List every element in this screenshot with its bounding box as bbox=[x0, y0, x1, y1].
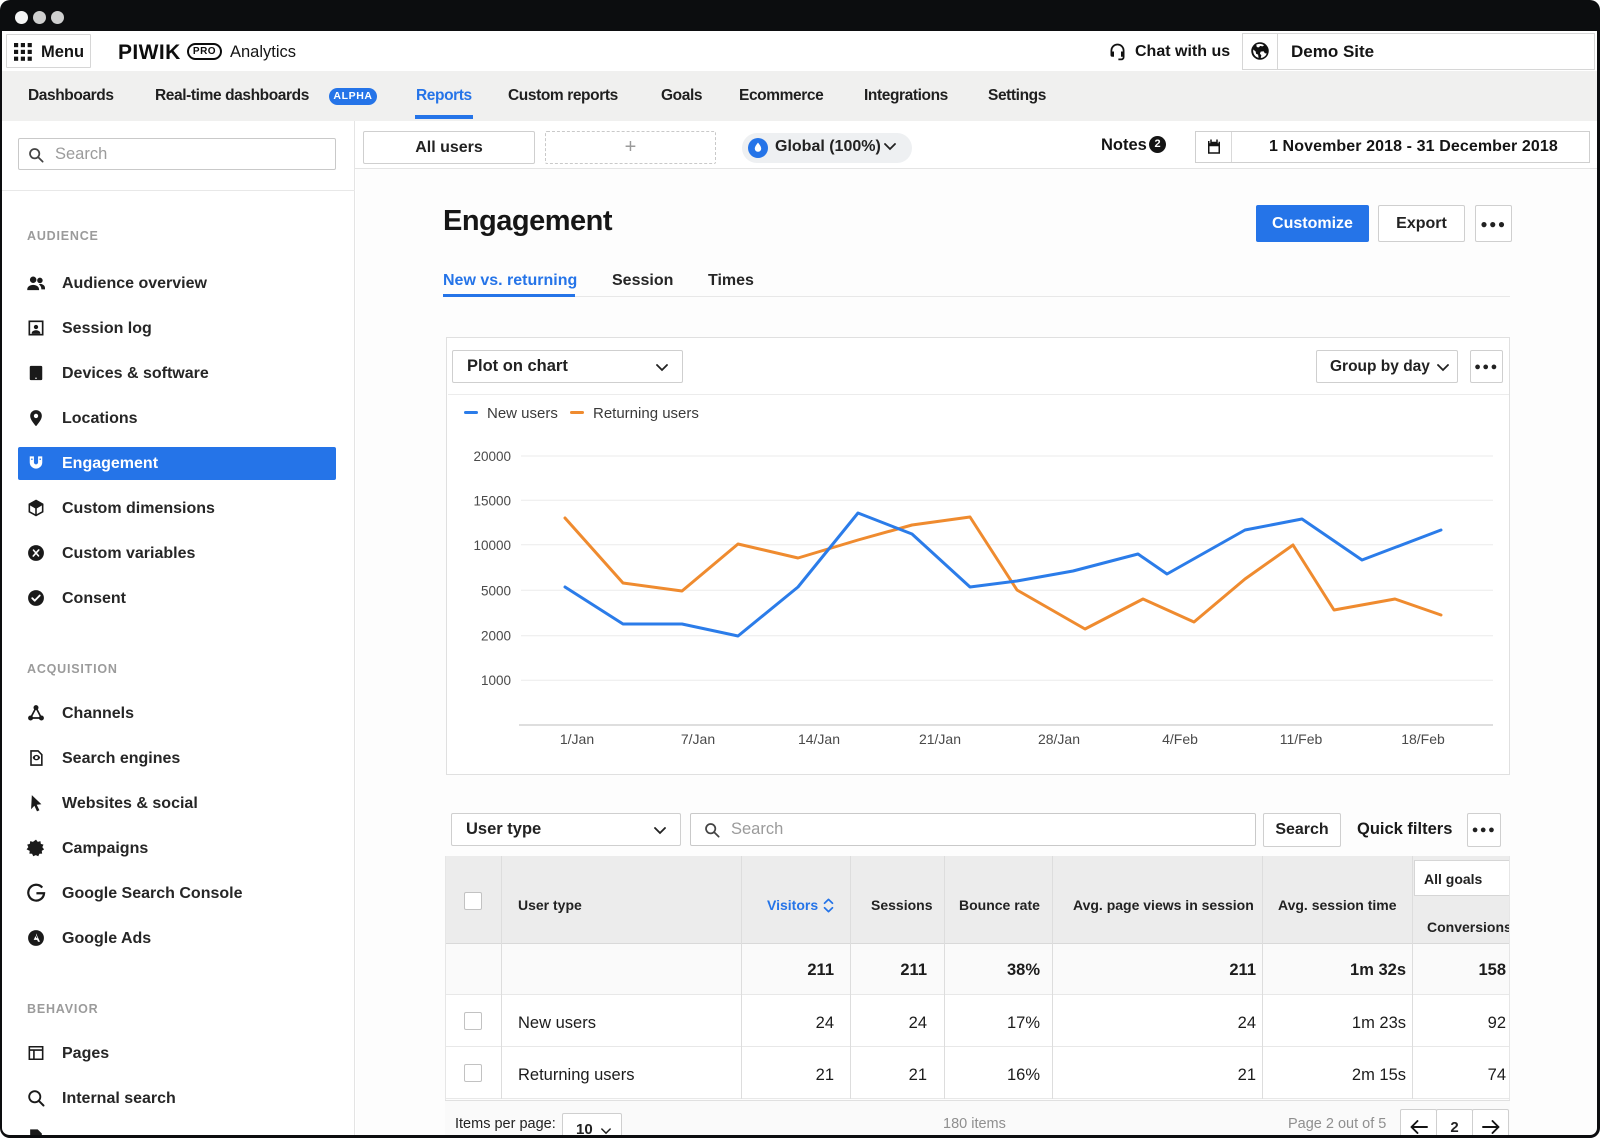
svg-text:2000: 2000 bbox=[481, 629, 511, 644]
svg-text:28/Jan: 28/Jan bbox=[1038, 731, 1080, 747]
svg-text:11/Feb: 11/Feb bbox=[1280, 731, 1323, 747]
svg-text:10000: 10000 bbox=[473, 538, 511, 553]
svg-text:21/Jan: 21/Jan bbox=[919, 731, 961, 747]
svg-text:20000: 20000 bbox=[473, 449, 511, 464]
svg-text:4/Feb: 4/Feb bbox=[1162, 731, 1198, 747]
svg-text:7/Jan: 7/Jan bbox=[681, 731, 715, 747]
svg-text:1000: 1000 bbox=[481, 673, 511, 688]
svg-text:5000: 5000 bbox=[481, 583, 511, 598]
svg-text:15000: 15000 bbox=[473, 493, 511, 508]
svg-text:1/Jan: 1/Jan bbox=[560, 731, 594, 747]
svg-text:18/Feb: 18/Feb bbox=[1401, 731, 1445, 747]
svg-text:14/Jan: 14/Jan bbox=[798, 731, 840, 747]
